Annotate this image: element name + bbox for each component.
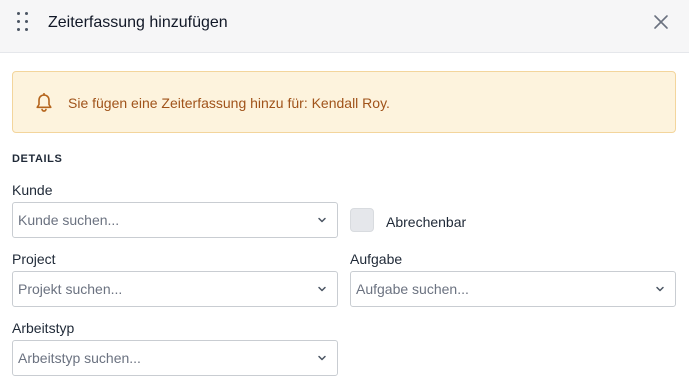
bell-icon xyxy=(36,93,52,112)
customer-placeholder: Kunde suchen... xyxy=(18,212,120,228)
billable-label[interactable]: Abrechenbar xyxy=(386,214,466,231)
customer-select[interactable]: Kunde suchen... xyxy=(12,202,338,238)
section-title-details: DETAILS xyxy=(12,153,63,165)
project-placeholder: Projekt suchen... xyxy=(18,281,123,297)
work-type-label: Arbeitstyp xyxy=(12,320,75,336)
work-type-select[interactable]: Arbeitstyp suchen... xyxy=(12,340,338,376)
notice-text: Sie fügen eine Zeiterfassung hinzu für: … xyxy=(68,95,390,111)
project-label: Project xyxy=(12,251,56,267)
close-icon[interactable] xyxy=(652,13,670,31)
task-select[interactable]: Aufgabe suchen... xyxy=(350,271,676,307)
dialog-header: Zeiterfassung hinzufügen xyxy=(0,0,689,53)
task-label: Aufgabe xyxy=(350,251,403,267)
notice-banner: Sie fügen eine Zeiterfassung hinzu für: … xyxy=(12,71,676,133)
drag-handle-icon[interactable] xyxy=(17,12,31,32)
chevron-down-icon xyxy=(318,355,326,361)
work-type-placeholder: Arbeitstyp suchen... xyxy=(18,350,141,366)
project-select[interactable]: Projekt suchen... xyxy=(12,271,338,307)
chevron-down-icon xyxy=(318,286,326,292)
dialog-title: Zeiterfassung hinzufügen xyxy=(48,14,228,31)
chevron-down-icon xyxy=(318,217,326,223)
chevron-down-icon xyxy=(656,286,664,292)
customer-label: Kunde xyxy=(12,182,53,198)
billable-checkbox[interactable] xyxy=(350,208,374,232)
task-placeholder: Aufgabe suchen... xyxy=(356,281,469,297)
